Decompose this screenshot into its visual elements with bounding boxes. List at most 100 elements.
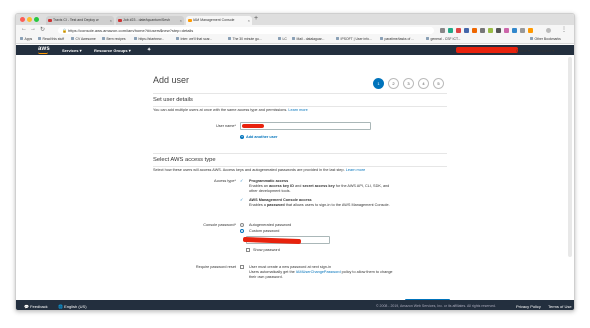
extension-icon[interactable]: [528, 27, 533, 33]
region-menu[interactable]: Global ▾: [516, 48, 530, 53]
other-bookmarks[interactable]: Other Bookmarks: [530, 37, 561, 41]
globe-icon: 🌐: [58, 303, 63, 309]
services-label: Services: [62, 47, 79, 53]
profile-avatar[interactable]: [546, 27, 551, 33]
main-content: Add user 1 2 3 4 5 Set user details You …: [16, 55, 574, 308]
access-type-heading: Select AWS access type: [153, 157, 216, 163]
bookmark-item[interactable]: LC: [278, 37, 287, 41]
bookmark-item[interactable]: https://startnew...: [134, 37, 165, 41]
set-user-details-heading: Set user details: [153, 97, 193, 103]
show-password-checkbox[interactable]: [246, 248, 250, 252]
programmatic-access-title: Programmatic access: [249, 179, 289, 183]
step-2[interactable]: 2: [388, 78, 399, 89]
page-scrollbar[interactable]: [568, 57, 572, 257]
step-3[interactable]: 3: [403, 78, 414, 89]
step-4[interactable]: 4: [418, 78, 429, 89]
console-access-checkbox[interactable]: ✓: [240, 198, 244, 202]
tab-label: Travis CI - Test and Deploy w: [53, 18, 99, 22]
resource-groups-menu[interactable]: Resource Groups ▾: [94, 48, 131, 53]
reload-icon[interactable]: ↻: [40, 26, 45, 33]
close-tab-icon[interactable]: ×: [180, 18, 182, 23]
bookmark-item[interactable]: The 30 minute gu...: [228, 37, 262, 41]
set-user-details-description: You can add multiple users at once with …: [153, 108, 308, 112]
extension-icon[interactable]: [488, 27, 493, 33]
bookmark-item[interactable]: Bern recipes: [102, 37, 126, 41]
travis-favicon-icon: [48, 18, 52, 22]
step-5[interactable]: 5: [433, 78, 444, 89]
menu-kebab-icon[interactable]: ⋮: [561, 26, 567, 33]
password-reset-checkbox[interactable]: [240, 265, 244, 269]
programmatic-access-desc: Enables an access key ID and secret acce…: [249, 184, 389, 188]
extension-icon[interactable]: [456, 27, 461, 33]
custom-password-radio[interactable]: [240, 229, 244, 233]
divider: [153, 106, 447, 107]
extension-icon[interactable]: [464, 27, 469, 33]
extension-icon[interactable]: [512, 27, 517, 33]
bookmark-item[interactable]: Read this stuff: [38, 37, 65, 41]
privacy-policy-link[interactable]: Privacy Policy: [516, 304, 541, 309]
learn-more-link[interactable]: Learn more: [288, 108, 307, 112]
language-label: English (US): [64, 303, 87, 309]
back-icon[interactable]: ←: [21, 26, 27, 32]
desc-text: Enables an: [249, 184, 268, 188]
tab-label: Job #23 - date/tquantum/Sesh: [123, 18, 170, 22]
aws-smile-icon: [38, 52, 48, 54]
description-text: Select how these users will access AWS. …: [153, 168, 345, 172]
step-1[interactable]: 1: [373, 78, 384, 89]
pin-icon[interactable]: ✦: [147, 47, 151, 53]
divider: [153, 93, 447, 94]
bookmark-item[interactable]: paratime/tasks of ...: [380, 37, 415, 41]
desc-bold: secret access key: [302, 184, 335, 188]
terms-of-use-link[interactable]: Terms of Use: [548, 304, 572, 309]
bookmark-item[interactable]: Inter: we'll that scar...: [176, 37, 213, 41]
bookmark-item[interactable]: Apps: [20, 37, 33, 41]
divider: [153, 166, 447, 167]
browser-tab-active[interactable]: IAM Management Console ×: [186, 16, 252, 25]
browser-window: Travis CI - Test and Deploy w × Job #23 …: [15, 13, 575, 311]
address-bar: ← → ↻ 🔒 https://console.aws.amazon.com/i…: [16, 25, 574, 35]
programmatic-access-desc-2: other development tools.: [249, 189, 291, 193]
feedback-button[interactable]: 💬 Feedback: [24, 304, 48, 309]
extension-icon[interactable]: [440, 27, 445, 33]
extension-icon[interactable]: [520, 27, 525, 33]
url-input[interactable]: 🔒 https://console.aws.amazon.com/iam/hom…: [58, 26, 434, 34]
maximize-window-button[interactable]: [34, 17, 39, 22]
aws-footer: 💬 Feedback 🌐 English (US) © 2008 - 2019,…: [16, 300, 574, 310]
bookmark-item[interactable]: IPSOFT | User info...: [336, 37, 372, 41]
browser-tab[interactable]: Travis CI - Test and Deploy w ×: [46, 16, 114, 25]
extension-icon[interactable]: [448, 27, 453, 33]
desc-text: that allows users to sign-in to the AWS …: [285, 203, 390, 207]
new-tab-icon[interactable]: +: [254, 15, 258, 22]
extension-icon[interactable]: [480, 27, 485, 33]
browser-tab[interactable]: Job #23 - date/tquantum/Sesh ×: [116, 16, 184, 25]
lock-icon: 🔒: [62, 27, 67, 33]
support-menu[interactable]: Support ▾: [538, 48, 554, 53]
extension-icon[interactable]: [496, 27, 501, 33]
services-menu[interactable]: Services ▾: [62, 48, 82, 53]
description-text: You can add multiple users at once with …: [153, 108, 288, 112]
close-tab-icon[interactable]: ×: [110, 18, 112, 23]
region-label: Global: [516, 48, 527, 53]
extension-icon[interactable]: [472, 27, 477, 33]
close-window-button[interactable]: [20, 17, 25, 22]
close-tab-icon[interactable]: ×: [248, 18, 250, 23]
password-reset-policy-desc: Users automatically get the IAMUserChang…: [249, 270, 393, 274]
autogenerated-password-radio[interactable]: [240, 223, 244, 227]
learn-more-link[interactable]: Learn more: [346, 168, 365, 172]
bookmark-item[interactable]: Mail - datalaguar...: [292, 37, 325, 41]
add-user-plus-icon[interactable]: +: [240, 135, 244, 139]
minimize-window-button[interactable]: [27, 17, 32, 22]
divider: [153, 153, 447, 154]
language-selector[interactable]: 🌐 English (US): [58, 304, 87, 309]
add-another-user-link[interactable]: Add another user: [246, 135, 277, 139]
programmatic-access-checkbox[interactable]: ✓: [240, 179, 244, 183]
resource-groups-label: Resource Groups: [94, 47, 128, 53]
extension-icon[interactable]: [504, 27, 509, 33]
bookmark-item[interactable]: general - CSF ICT...: [426, 37, 461, 41]
iam-policy-link[interactable]: IAMUserChangePassword: [296, 270, 341, 274]
password-reset-label: Require password reset: [195, 265, 236, 269]
forward-icon[interactable]: →: [30, 26, 36, 32]
access-type-label: Access type*: [214, 179, 236, 183]
bookmark-item[interactable]: CV Awesome: [71, 37, 96, 41]
desc-text: for the AWS API, CLI, SDK, and: [335, 184, 390, 188]
